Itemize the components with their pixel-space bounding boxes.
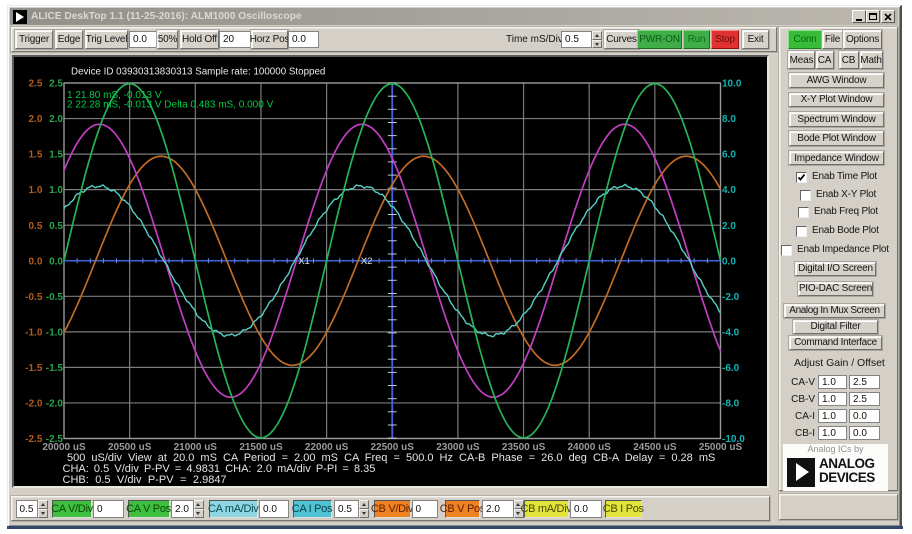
- svg-text:2.5: 2.5: [49, 79, 63, 90]
- svg-text:1.5: 1.5: [49, 150, 63, 161]
- svg-text:0.0: 0.0: [49, 256, 63, 267]
- svg-text:-1.5: -1.5: [25, 363, 43, 374]
- svg-text:0.0: 0.0: [722, 256, 736, 267]
- svg-text:2.0: 2.0: [722, 221, 736, 232]
- svg-text:1.0: 1.0: [49, 185, 63, 196]
- svg-text:4.0: 4.0: [722, 185, 736, 196]
- svg-text:6.0: 6.0: [722, 150, 736, 161]
- svg-text:Device ID 03930313830313 Sampl: Device ID 03930313830313 Sample rate: 10…: [71, 67, 325, 78]
- svg-text:CHB: 0.5 V/div P-PV = 2.9847: CHB: 0.5 V/div P-PV = 2.9847: [63, 474, 227, 486]
- svg-text:-0.5: -0.5: [46, 292, 64, 303]
- svg-text:-1.0: -1.0: [46, 327, 64, 338]
- svg-text:-1.5: -1.5: [46, 363, 64, 374]
- svg-text:2 22.28 mS, -0.013 V Delta: 2 22.28 mS, -0.013 V Delta 0.483 mS, 0.0…: [67, 100, 274, 111]
- svg-text:10.0: 10.0: [722, 79, 742, 90]
- svg-text:0.5: 0.5: [28, 221, 42, 232]
- svg-text:-4.0: -4.0: [722, 327, 740, 338]
- svg-text:-2.0: -2.0: [25, 399, 43, 410]
- svg-text:1.5: 1.5: [28, 150, 42, 161]
- svg-text:2.0: 2.0: [49, 114, 63, 125]
- svg-text:X2: X2: [361, 256, 373, 267]
- svg-text:-2.5: -2.5: [25, 434, 43, 445]
- svg-text:1.0: 1.0: [28, 185, 42, 196]
- svg-text:-1.0: -1.0: [25, 327, 43, 338]
- svg-text:-2.0: -2.0: [722, 292, 740, 303]
- svg-text:-2.0: -2.0: [46, 399, 64, 410]
- svg-text:0.0: 0.0: [28, 256, 42, 267]
- svg-text:X1: X1: [298, 256, 310, 267]
- svg-text:8.0: 8.0: [722, 114, 736, 125]
- svg-text:2.5: 2.5: [28, 79, 42, 90]
- svg-text:2.0: 2.0: [28, 114, 42, 125]
- svg-text:-6.0: -6.0: [722, 363, 740, 374]
- svg-text:0.5: 0.5: [49, 221, 63, 232]
- svg-text:-0.5: -0.5: [25, 292, 43, 303]
- svg-text:-8.0: -8.0: [722, 399, 740, 410]
